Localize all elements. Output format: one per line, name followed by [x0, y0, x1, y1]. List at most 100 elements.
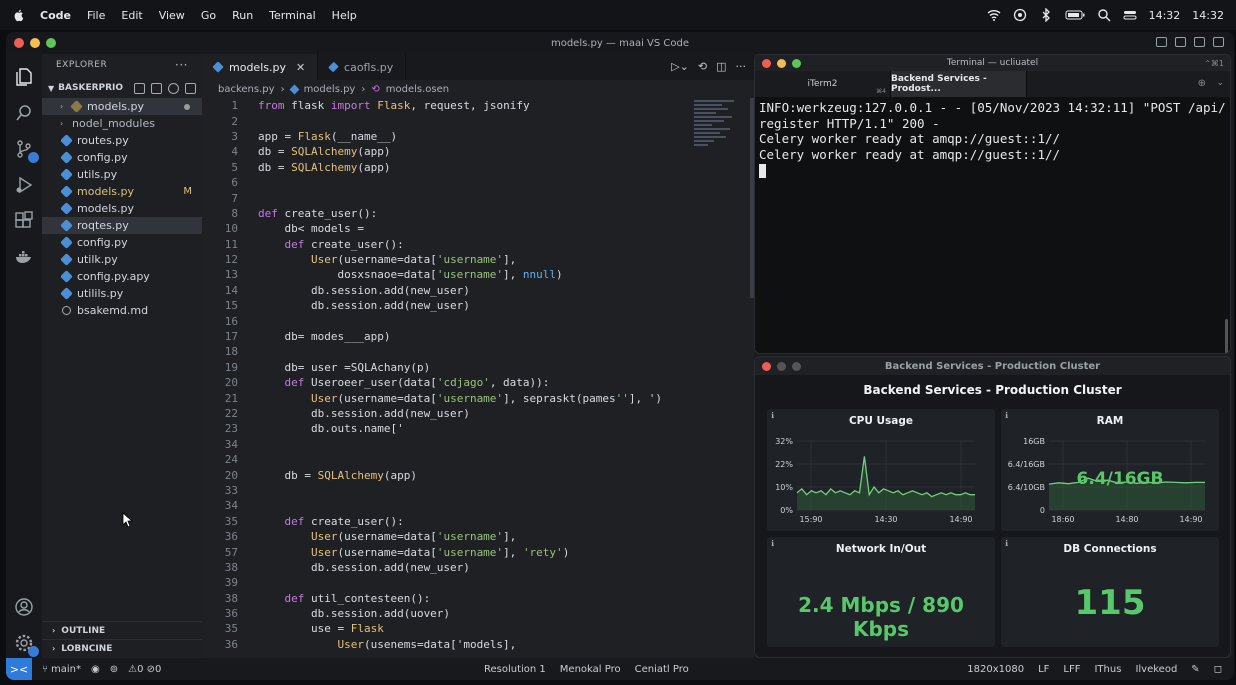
tab-menu-button[interactable]: ⌄ — [1216, 78, 1224, 88]
tab-models-py[interactable]: models.py ✕ — [202, 54, 319, 80]
tree-item-file[interactable]: config.py — [42, 234, 202, 251]
branch-indicator[interactable]: ⑂ main* — [42, 664, 81, 675]
cpu-panel[interactable]: ℹ CPU Usage 32% 22% 10% 0% 15:90 14:30 14:90 — [767, 409, 995, 531]
code-line[interactable]: 57 User(username=data['username'], 'rety… — [202, 544, 690, 559]
wifi-icon[interactable] — [987, 8, 1001, 22]
code-line[interactable]: 33 — [202, 483, 690, 498]
menu-view[interactable]: View — [159, 9, 185, 22]
toggle-sidebar-icon[interactable] — [1156, 37, 1167, 47]
code-line[interactable]: 6 — [202, 175, 690, 190]
db-panel[interactable]: ℹ DB Connections 115 — [1001, 537, 1219, 647]
code-line[interactable]: 35 def create_user(): — [202, 514, 690, 529]
tree-item-file[interactable]: utilils.py — [42, 285, 202, 302]
breadcrumb-item[interactable]: models.py — [304, 84, 356, 95]
tree-item-file[interactable]: config.py.apy — [42, 268, 202, 285]
terminal-scrollbar[interactable] — [1225, 319, 1228, 353]
code-line[interactable]: 35 use = Flask — [202, 621, 690, 636]
status-language[interactable]: Ilvekeod — [1135, 664, 1177, 675]
search-activity[interactable] — [13, 102, 35, 124]
code-line[interactable]: 22 db.session.add(new_user) — [202, 406, 690, 421]
code-line[interactable]: 34 — [202, 437, 690, 452]
apple-icon[interactable] — [12, 8, 26, 22]
problems-indicator[interactable]: ⚠0 ⊘0 — [128, 664, 161, 675]
code-line[interactable]: 19 db= user =SQLAchany(p) — [202, 360, 690, 375]
menu-run[interactable]: Run — [232, 9, 253, 22]
breadcrumb-item[interactable]: backens.py — [218, 84, 275, 95]
code-line[interactable]: 24 — [202, 452, 690, 467]
notifications-bell-icon[interactable]: ◻ — [1214, 664, 1222, 675]
tree-item-file[interactable]: routes.py — [42, 132, 202, 149]
search-icon[interactable] — [1097, 8, 1111, 22]
code-line[interactable]: 15 db.session.add(new_user) — [202, 298, 690, 313]
code-line[interactable]: 1 from flask import Flask, request, jsoni… — [202, 98, 690, 113]
code-line[interactable]: 21 User(username=data['username'], sepra… — [202, 390, 690, 405]
open-changes-icon[interactable]: ⟲ — [698, 60, 707, 73]
code-line[interactable]: 12 User(username=data['username'], — [202, 252, 690, 267]
status-indent[interactable]: IThus — [1094, 664, 1121, 675]
new-file-icon[interactable] — [134, 82, 145, 94]
docker-activity[interactable] — [13, 246, 35, 268]
tree-item-node-modules[interactable]: › nodel_modules — [42, 115, 202, 132]
code-line[interactable]: 36 db.session.add(uover) — [202, 606, 690, 621]
sync-indicator[interactable]: ◉ — [91, 664, 100, 675]
code-line[interactable]: 23 db.outs.name[' — [202, 421, 690, 436]
code-line[interactable]: 5 db = SQLAlchemy(app) — [202, 160, 690, 175]
code-line[interactable]: 7 — [202, 190, 690, 205]
manage-activity[interactable] — [13, 632, 39, 657]
timeline-section[interactable]: › LOBNCINE — [42, 639, 202, 657]
clock-b[interactable]: 14:32 — [1192, 9, 1224, 22]
feedback-icon[interactable]: ✎ — [1191, 664, 1199, 675]
status-font[interactable]: Menokal Pro — [560, 664, 621, 675]
tab-iterm2[interactable]: iTerm2 ⌘4 — [755, 71, 891, 97]
customize-layout-icon[interactable] — [1213, 37, 1224, 47]
run-file-icon[interactable]: ▷⌄ — [671, 60, 689, 73]
minimap[interactable] — [690, 98, 750, 168]
status-resolution-size[interactable]: 1820x1080 — [967, 664, 1024, 675]
code-line[interactable]: 16 — [202, 313, 690, 328]
battery-icon[interactable] — [1065, 8, 1085, 22]
run-debug-activity[interactable] — [13, 174, 35, 196]
code-line[interactable]: 11 def create_user(): — [202, 237, 690, 252]
code-line[interactable]: 4 db = SQLAlchemy(app) — [202, 144, 690, 159]
breadcrumb-item[interactable]: models.osen — [386, 84, 449, 95]
explorer-activity[interactable] — [13, 66, 35, 88]
menu-go[interactable]: Go — [201, 9, 216, 22]
tab-caofls-py[interactable]: caofls.py — [318, 54, 407, 80]
code-line[interactable]: 39 — [202, 575, 690, 590]
tree-item-file[interactable]: models.py — [42, 200, 202, 217]
code-line[interactable]: 14 db.session.add(new_user) — [202, 283, 690, 298]
bluetooth-icon[interactable] — [1039, 8, 1053, 22]
toggle-secondary-sidebar-icon[interactable] — [1194, 37, 1205, 47]
new-tab-button[interactable]: ⊕ — [1198, 78, 1206, 89]
code-editor[interactable]: 1 from flask import Flask, request, jsoni… — [202, 98, 690, 658]
zoom-window-button[interactable] — [46, 38, 56, 48]
clock-a[interactable]: 14:32 — [1149, 9, 1181, 22]
tree-item-file[interactable]: bsakemd.md — [42, 302, 202, 319]
code-line[interactable]: 38 def util_contesteen(): — [202, 591, 690, 606]
split-editor-icon[interactable]: ◫ — [716, 60, 726, 73]
code-line[interactable]: 36 User(username=data['username'], — [202, 529, 690, 544]
code-line[interactable]: 34 — [202, 498, 690, 513]
focus-icon[interactable] — [1013, 8, 1027, 22]
code-line[interactable]: 10 db< models = — [202, 221, 690, 236]
code-line[interactable]: 2 — [202, 113, 690, 128]
network-panel[interactable]: ℹ Network In/Out 2.4 Mbps / 890 Kbps — [767, 537, 995, 647]
menu-help[interactable]: Help — [332, 9, 357, 22]
project-folder[interactable]: ▼ BASKERPRIO — [42, 78, 202, 98]
ram-panel[interactable]: ℹ RAM 16GB 6.4/16GB 6.4/10GB 0 18:60 14:80 14:… — [1001, 409, 1219, 531]
broadcast-indicator[interactable]: ⊚ — [110, 664, 118, 675]
tab-backend-services[interactable]: Backend Services - Prodost... — [891, 71, 1027, 97]
source-control-activity[interactable] — [13, 138, 39, 163]
toggle-panel-icon[interactable] — [1175, 37, 1186, 47]
menu-terminal[interactable]: Terminal — [269, 9, 316, 22]
code-line[interactable]: 13 dosxsnaoe=data['username'], nnull) — [202, 267, 690, 282]
outline-section[interactable]: › OUTLINE — [42, 621, 202, 639]
code-line[interactable]: 8 def create_user(): — [202, 206, 690, 221]
menu-app[interactable]: Code — [40, 9, 71, 22]
collapse-all-icon[interactable] — [185, 82, 196, 94]
menu-file[interactable]: File — [87, 9, 105, 22]
code-line[interactable]: 38 db.session.add(new_user) — [202, 560, 690, 575]
more-actions-icon[interactable]: ··· — [736, 60, 747, 73]
terminal-output[interactable]: INFO:werkzeug:127.0.0.1 - - [05/Nov/2023… — [755, 97, 1230, 185]
code-line[interactable]: 20 db = SQLAlchemy(app) — [202, 467, 690, 482]
